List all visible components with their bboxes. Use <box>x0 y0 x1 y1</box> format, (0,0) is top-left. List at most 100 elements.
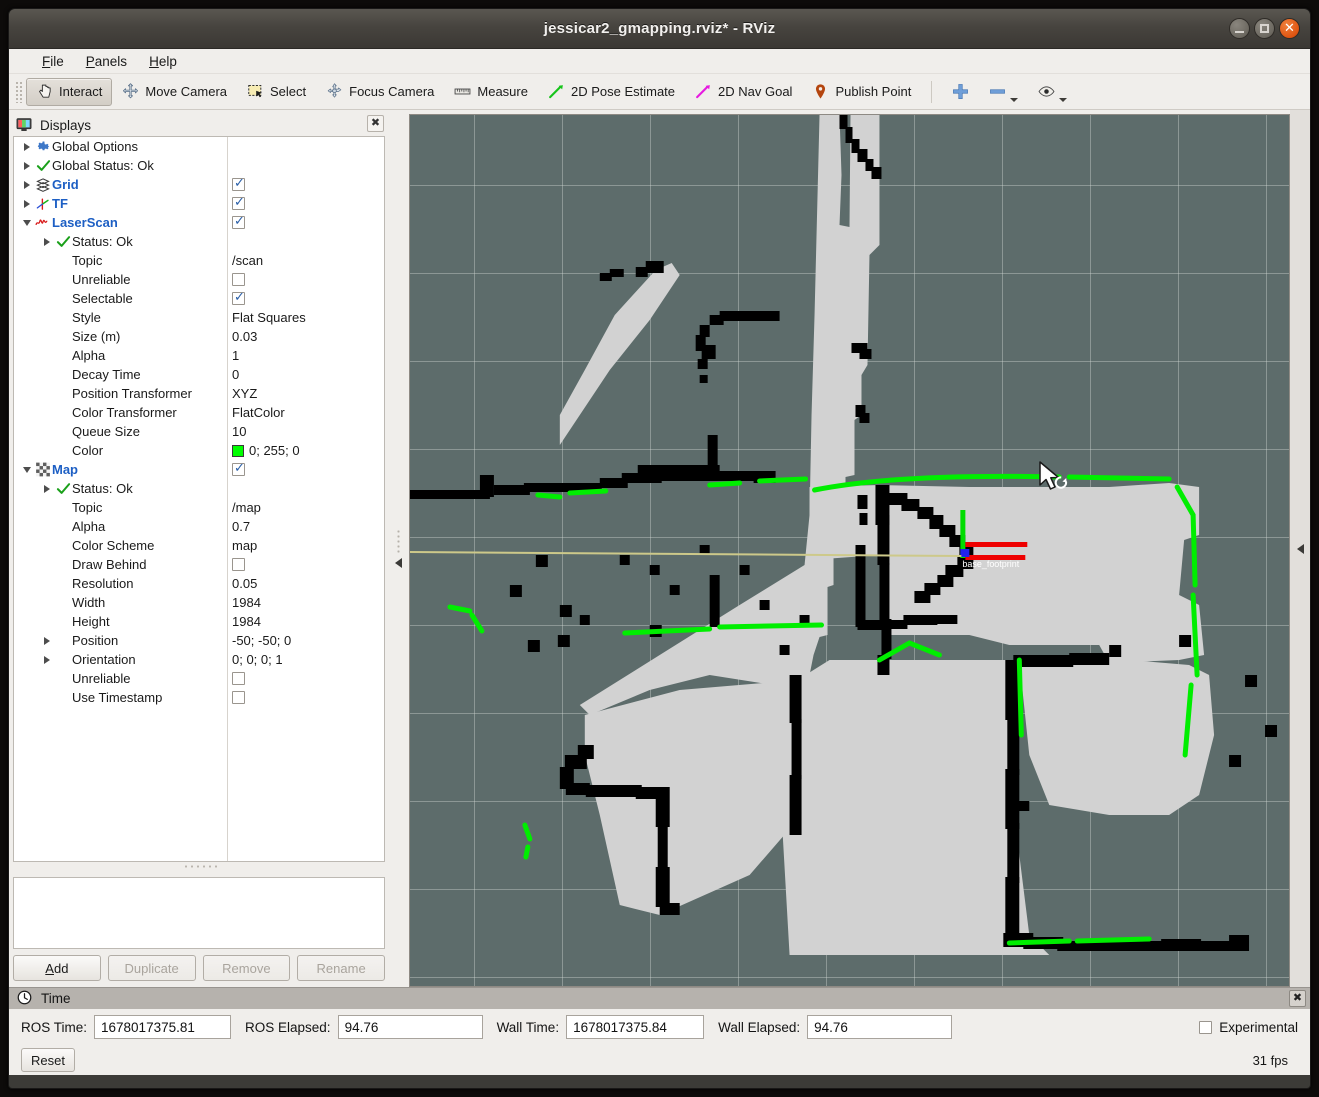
expand-arrow-icon[interactable] <box>20 199 34 208</box>
tool-publish-point[interactable]: Publish Point <box>802 78 921 106</box>
tree-row-value[interactable]: 0; 0; 0; 1 <box>227 652 384 667</box>
tree-row[interactable]: Global Status: Ok <box>14 156 384 175</box>
tool-focus-camera[interactable]: Focus Camera <box>316 78 444 106</box>
tree-row-value[interactable]: Flat Squares <box>227 310 384 325</box>
tree-row-value[interactable]: 0.03 <box>227 329 384 344</box>
tree-row-value[interactable]: 10 <box>227 424 384 439</box>
reset-button[interactable]: Reset <box>21 1048 75 1072</box>
expand-arrow-icon[interactable] <box>20 180 34 189</box>
menu-item-help[interactable]: Help <box>138 52 188 71</box>
title-bar[interactable]: jessicar2_gmapping.rviz* - RViz ✕ <box>9 9 1310 49</box>
tree-row-checkbox[interactable] <box>232 197 245 210</box>
tool-visibility[interactable] <box>1028 78 1077 106</box>
tree-row-value[interactable]: /map <box>227 500 384 515</box>
tree-row-value[interactable] <box>227 197 384 210</box>
ros-time-input[interactable]: 1678017375.81 <box>94 1015 232 1039</box>
experimental-toggle[interactable]: Experimental <box>1199 1020 1298 1035</box>
tree-row-checkbox[interactable] <box>232 463 245 476</box>
tree-row-checkbox[interactable] <box>232 273 245 286</box>
tree-row-value[interactable] <box>227 273 384 286</box>
tree-row[interactable]: Topic/scan <box>14 251 384 270</box>
expand-arrow-icon[interactable] <box>20 142 34 151</box>
tree-row[interactable]: Unreliable <box>14 669 384 688</box>
time-close-button[interactable]: ✖ <box>1289 990 1306 1007</box>
tool-select[interactable]: Select <box>237 78 316 106</box>
tree-row[interactable]: Width 1984 <box>14 593 384 612</box>
tool-2d-pose-estimate[interactable]: 2D Pose Estimate <box>538 78 685 106</box>
tree-row[interactable]: Color Transformer FlatColor <box>14 403 384 422</box>
close-button[interactable]: ✕ <box>1279 18 1300 39</box>
tree-row[interactable]: Height 1984 <box>14 612 384 631</box>
tree-row-value[interactable]: /scan <box>227 253 384 268</box>
tree-row[interactable]: Alpha 0.7 <box>14 517 384 536</box>
tool-interact[interactable]: Interact <box>26 77 113 106</box>
tree-row[interactable]: LaserScan <box>14 213 384 232</box>
tree-row[interactable]: Status: Ok <box>14 479 384 498</box>
panel-splitter[interactable] <box>13 862 387 871</box>
tree-row-value[interactable]: XYZ <box>227 386 384 401</box>
tree-row-value[interactable] <box>227 558 384 571</box>
tree-row[interactable]: Color 0; 255; 0 <box>14 441 384 460</box>
duplicate-button[interactable]: Duplicate <box>107 955 196 981</box>
tree-row[interactable]: Grid <box>14 175 384 194</box>
tree-row-checkbox[interactable] <box>232 216 245 229</box>
tree-row-value[interactable]: 0 <box>227 367 384 382</box>
tree-row[interactable]: Color Scheme map <box>14 536 384 555</box>
wall-elapsed-input[interactable]: 94.76 <box>807 1015 953 1039</box>
expand-arrow-icon[interactable] <box>20 161 34 170</box>
tree-row[interactable]: Topic/map <box>14 498 384 517</box>
tree-row[interactable]: Decay Time 0 <box>14 365 384 384</box>
tree-row-value[interactable] <box>227 216 384 229</box>
expand-arrow-icon[interactable] <box>40 237 54 246</box>
collapse-arrow-icon[interactable] <box>20 466 34 473</box>
tree-row[interactable]: Draw Behind <box>14 555 384 574</box>
tree-row[interactable]: Unreliable <box>14 270 384 289</box>
rename-button[interactable]: Rename <box>297 955 385 981</box>
collapse-right-arrow-icon[interactable] <box>1296 543 1304 554</box>
tool-2d-nav-goal[interactable]: 2D Nav Goal <box>685 78 802 106</box>
tree-row[interactable]: Style Flat Squares <box>14 308 384 327</box>
remove-button[interactable]: Remove <box>202 955 291 981</box>
tree-row[interactable]: Status: Ok <box>14 232 384 251</box>
tree-row[interactable]: Resolution 0.05 <box>14 574 384 593</box>
tree-row[interactable]: Queue Size 10 <box>14 422 384 441</box>
collapse-arrow-icon[interactable] <box>20 219 34 226</box>
left-splitter-handle[interactable] <box>387 110 409 987</box>
tree-row-value[interactable] <box>227 672 384 685</box>
tree-row-checkbox[interactable] <box>232 691 245 704</box>
tree-row-checkbox[interactable] <box>232 558 245 571</box>
add-button[interactable]: Add <box>13 955 101 981</box>
tree-row[interactable]: Global Options <box>14 137 384 156</box>
tree-row[interactable]: Position -50; -50; 0 <box>14 631 384 650</box>
displays-close-button[interactable]: ✖ <box>367 115 384 132</box>
tree-row-value[interactable]: map <box>227 538 384 553</box>
menu-item-file[interactable]: File <box>31 52 75 71</box>
chevron-down-icon[interactable] <box>1010 97 1019 102</box>
tree-row-value[interactable] <box>227 292 384 305</box>
tree-row-value[interactable]: 0.05 <box>227 576 384 591</box>
toolbar-grip[interactable] <box>15 80 23 103</box>
tree-row[interactable]: Position Transformer XYZ <box>14 384 384 403</box>
tree-row-value[interactable]: FlatColor <box>227 405 384 420</box>
tree-row-value[interactable]: 0.7 <box>227 519 384 534</box>
tree-row-value[interactable] <box>227 178 384 191</box>
tool-add-panel[interactable] <box>942 78 979 106</box>
experimental-checkbox[interactable] <box>1199 1020 1213 1034</box>
ros-elapsed-input[interactable]: 94.76 <box>337 1015 483 1039</box>
tool-move-camera[interactable]: Move Camera <box>112 78 237 106</box>
tree-row[interactable]: TF <box>14 194 384 213</box>
expand-arrow-icon[interactable] <box>40 484 54 493</box>
tool-remove-panel[interactable] <box>979 78 1028 106</box>
color-swatch[interactable] <box>232 444 244 457</box>
tree-row-value[interactable] <box>227 691 384 704</box>
tree-row[interactable]: Orientation 0; 0; 0; 1 <box>14 650 384 669</box>
expand-arrow-icon[interactable] <box>40 636 54 645</box>
tree-row-value[interactable]: 1984 <box>227 614 384 629</box>
tree-row[interactable]: Size (m) 0.03 <box>14 327 384 346</box>
displays-tree[interactable]: Global Options Global Status: Ok Grid TF Las… <box>13 136 385 862</box>
tree-row-value[interactable]: 0; 255; 0 <box>227 443 384 458</box>
tree-row[interactable]: Use Timestamp <box>14 688 384 707</box>
wall-time-input[interactable]: 1678017375.84 <box>566 1015 705 1039</box>
tree-row-checkbox[interactable] <box>232 672 245 685</box>
tree-row-value[interactable]: 1 <box>227 348 384 363</box>
